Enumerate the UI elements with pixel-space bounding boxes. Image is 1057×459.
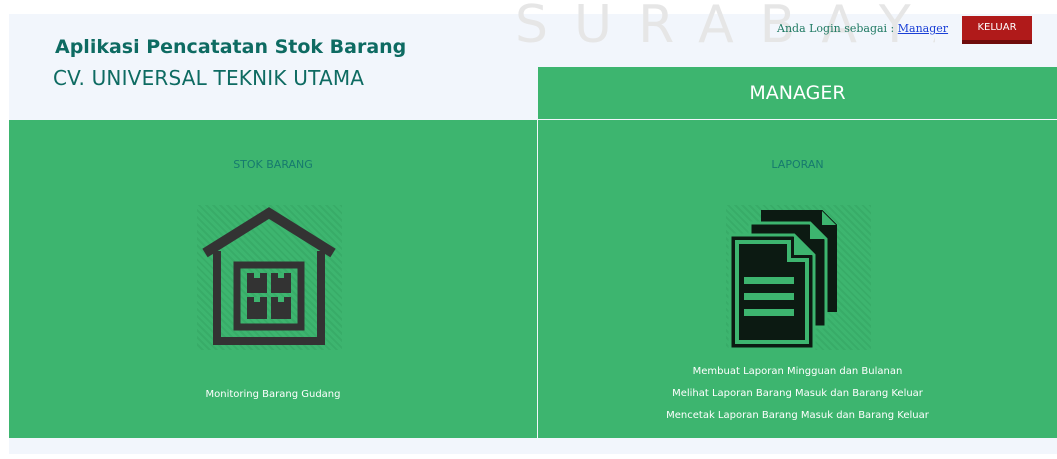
logout-button[interactable]: KELUAR (962, 16, 1032, 44)
login-prefix: Anda Login sebagai : (777, 22, 895, 35)
stok-barang-title[interactable]: STOK BARANG (9, 158, 537, 171)
laporan-item[interactable]: Melihat Laporan Barang Masuk dan Barang … (538, 388, 1057, 399)
user-link[interactable]: Manager (898, 22, 948, 35)
laporan-item[interactable]: Mencetak Laporan Barang Masuk dan Barang… (538, 410, 1057, 421)
warehouse-icon[interactable] (197, 205, 342, 350)
laporan-item[interactable]: Membuat Laporan Mingguan dan Bulanan (538, 366, 1057, 377)
stok-barang-caption[interactable]: Monitoring Barang Gudang (9, 389, 537, 400)
company-name: CV. UNIVERSAL TEKNIK UTAMA (53, 66, 365, 90)
laporan-panel[interactable]: LAPORAN Membuat Laporan Mingguan dan Bul… (538, 120, 1057, 438)
stok-barang-panel[interactable]: STOK BARANG Monitoring Barang Gudang (9, 120, 537, 438)
app-title: Aplikasi Pencatatan Stok Barang (55, 36, 407, 58)
login-info: Anda Login sebagai : Manager (777, 22, 948, 35)
laporan-title[interactable]: LAPORAN (538, 158, 1057, 171)
role-title: MANAGER (538, 67, 1057, 119)
documents-icon[interactable] (726, 205, 871, 351)
